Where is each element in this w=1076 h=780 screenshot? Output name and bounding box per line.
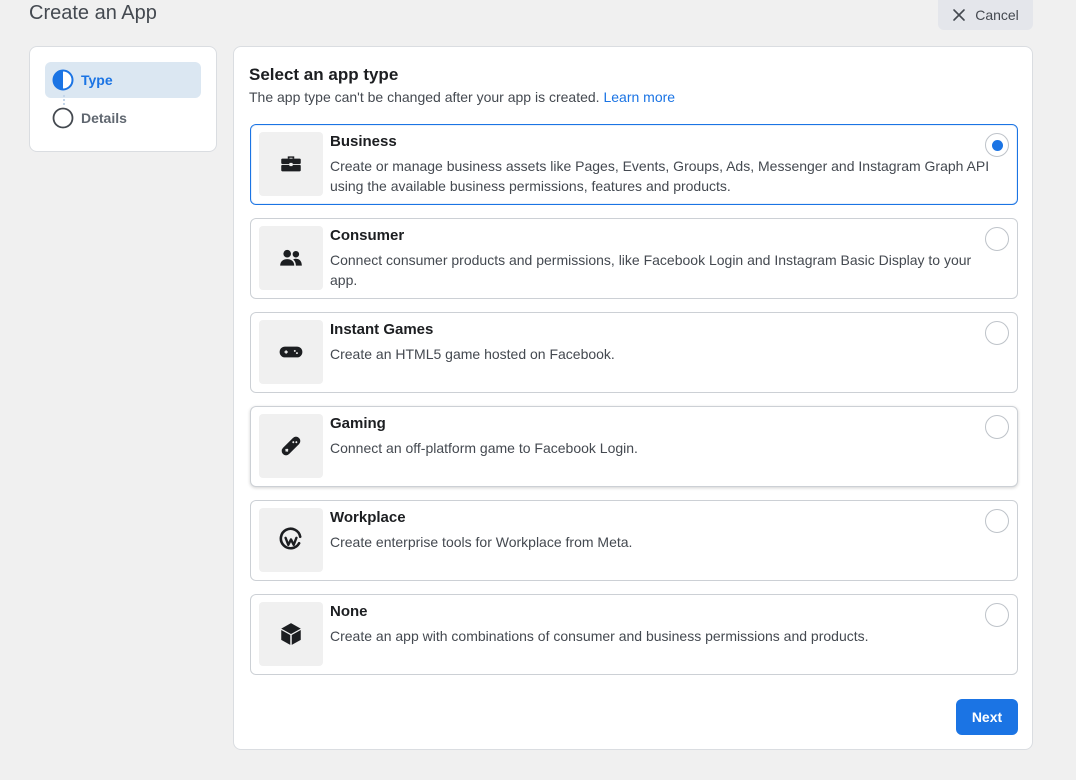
radio-business[interactable] <box>985 133 1009 157</box>
gaming-controller-icon <box>259 414 323 478</box>
option-instant-games[interactable]: Instant Games Create an HTML5 game hoste… <box>250 312 1018 393</box>
cancel-button-label: Cancel <box>975 7 1019 23</box>
next-button[interactable]: Next <box>956 699 1018 735</box>
option-description: Create an HTML5 game hosted on Facebook. <box>330 346 615 362</box>
section-heading: Select an app type <box>249 65 399 84</box>
option-description: Create an app with combinations of consu… <box>330 628 869 644</box>
page-title: Create an App <box>29 2 157 24</box>
option-gaming[interactable]: Gaming Connect an off-platform game to F… <box>250 406 1018 487</box>
option-title: Instant Games <box>330 321 434 338</box>
app-type-card: Select an app type The app type can't be… <box>233 46 1033 750</box>
half-filled-circle-icon <box>52 69 74 91</box>
workplace-logo-icon <box>259 508 323 572</box>
radio-workplace[interactable] <box>985 509 1009 533</box>
radio-consumer[interactable] <box>985 227 1009 251</box>
option-title: Gaming <box>330 415 386 432</box>
step-type[interactable]: Type <box>45 62 201 98</box>
radio-instant-games[interactable] <box>985 321 1009 345</box>
cube-icon <box>259 602 323 666</box>
empty-circle-icon <box>52 107 74 129</box>
radio-gaming[interactable] <box>985 415 1009 439</box>
close-icon <box>952 8 966 22</box>
step-details[interactable]: Details <box>45 100 201 136</box>
radio-none[interactable] <box>985 603 1009 627</box>
option-title: Consumer <box>330 227 405 244</box>
step-type-label: Type <box>81 72 113 88</box>
option-description: Connect consumer products and permission… <box>330 252 972 288</box>
step-details-label: Details <box>81 110 127 126</box>
option-title: Business <box>330 133 397 150</box>
option-consumer[interactable]: Consumer Connect consumer products and p… <box>250 218 1018 299</box>
option-description: Connect an off-platform game to Facebook… <box>330 440 638 456</box>
game-controller-icon <box>259 320 323 384</box>
option-title: None <box>330 603 368 620</box>
cancel-button[interactable]: Cancel <box>938 0 1033 30</box>
stepper: Type Details <box>29 46 217 152</box>
option-description: Create or manage business assets like Pa… <box>330 158 990 194</box>
create-app-page: Create an App Cancel Type Details Select… <box>0 0 1076 780</box>
subtitle-text: The app type can't be changed after your… <box>249 89 600 105</box>
option-description: Create enterprise tools for Workplace fr… <box>330 534 633 550</box>
people-icon <box>259 226 323 290</box>
briefcase-icon <box>259 132 323 196</box>
option-workplace[interactable]: Workplace Create enterprise tools for Wo… <box>250 500 1018 581</box>
option-business[interactable]: Business Create or manage business asset… <box>250 124 1018 205</box>
learn-more-link[interactable]: Learn more <box>603 89 675 105</box>
section-subtitle: The app type can't be changed after your… <box>249 89 675 105</box>
option-none[interactable]: None Create an app with combinations of … <box>250 594 1018 675</box>
option-title: Workplace <box>330 509 406 526</box>
